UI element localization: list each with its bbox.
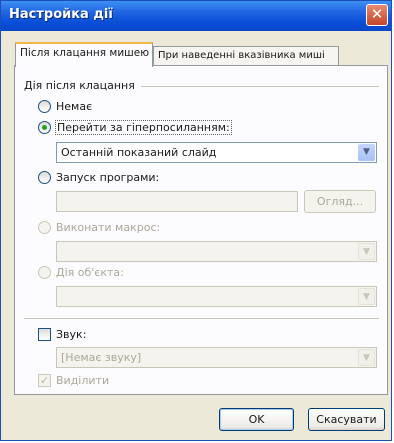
action-settings-dialog: Настройка дії ✕ Після клацання мишею При…	[0, 0, 392, 441]
chevron-down-icon[interactable]: ▼	[358, 243, 375, 260]
radio-none-label[interactable]: Немає	[56, 100, 92, 113]
radio-program[interactable]	[38, 171, 51, 184]
cancel-button[interactable]: Скасувати	[308, 408, 385, 431]
radio-program-label[interactable]: Запуск програми:	[56, 171, 159, 184]
hyperlink-select[interactable]: Останній показаний слайд ▼	[56, 142, 377, 163]
close-button[interactable]: ✕	[366, 4, 388, 26]
sound-select[interactable]: [Немає звуку] ▼	[56, 347, 377, 368]
title-bar[interactable]: Настройка дії ✕	[1, 1, 391, 31]
browse-button[interactable]: Огляд...	[304, 190, 376, 213]
ok-button[interactable]: OK	[219, 408, 294, 431]
chevron-down-icon[interactable]: ▼	[358, 349, 375, 366]
group-divider	[141, 86, 379, 87]
highlight-checkbox[interactable]: ✓	[38, 374, 51, 387]
radio-object-action[interactable]	[38, 266, 51, 279]
radio-object-action-label[interactable]: Дія об'єкта:	[56, 266, 124, 279]
dialog-title: Настройка дії	[9, 7, 113, 22]
radio-hyperlink[interactable]	[38, 121, 51, 134]
checkmark-icon: ✓	[39, 374, 50, 387]
section-divider	[24, 318, 379, 319]
highlight-checkbox-label[interactable]: Виділити	[56, 374, 109, 387]
chevron-down-icon[interactable]: ▼	[358, 288, 375, 305]
radio-selected-dot	[42, 125, 47, 130]
radio-none[interactable]	[38, 100, 51, 113]
chevron-down-icon[interactable]: ▼	[358, 144, 375, 161]
radio-macro[interactable]	[38, 221, 51, 234]
group-label: Дія після клацання	[24, 79, 135, 92]
close-icon: ✕	[370, 5, 384, 23]
tab-panel: Дія після клацання Немає Перейти за гіпе…	[14, 65, 388, 395]
sound-select-value: [Немає звуку]	[61, 351, 142, 364]
program-path-input[interactable]	[56, 191, 298, 212]
radio-hyperlink-label[interactable]: Перейти за гіперпосиланням:	[55, 120, 232, 135]
radio-macro-label[interactable]: Виконати макрос:	[56, 221, 160, 234]
tab-on-hover[interactable]: При наведенні вказівника миші	[153, 46, 339, 66]
sound-checkbox-label[interactable]: Звук:	[56, 328, 86, 341]
sound-checkbox[interactable]	[38, 328, 51, 341]
hyperlink-select-value: Останній показаний слайд	[61, 146, 217, 159]
macro-select[interactable]: ▼	[56, 241, 377, 262]
tab-on-click[interactable]: Після клацання мишею	[15, 42, 153, 67]
object-action-select[interactable]: ▼	[56, 286, 377, 307]
